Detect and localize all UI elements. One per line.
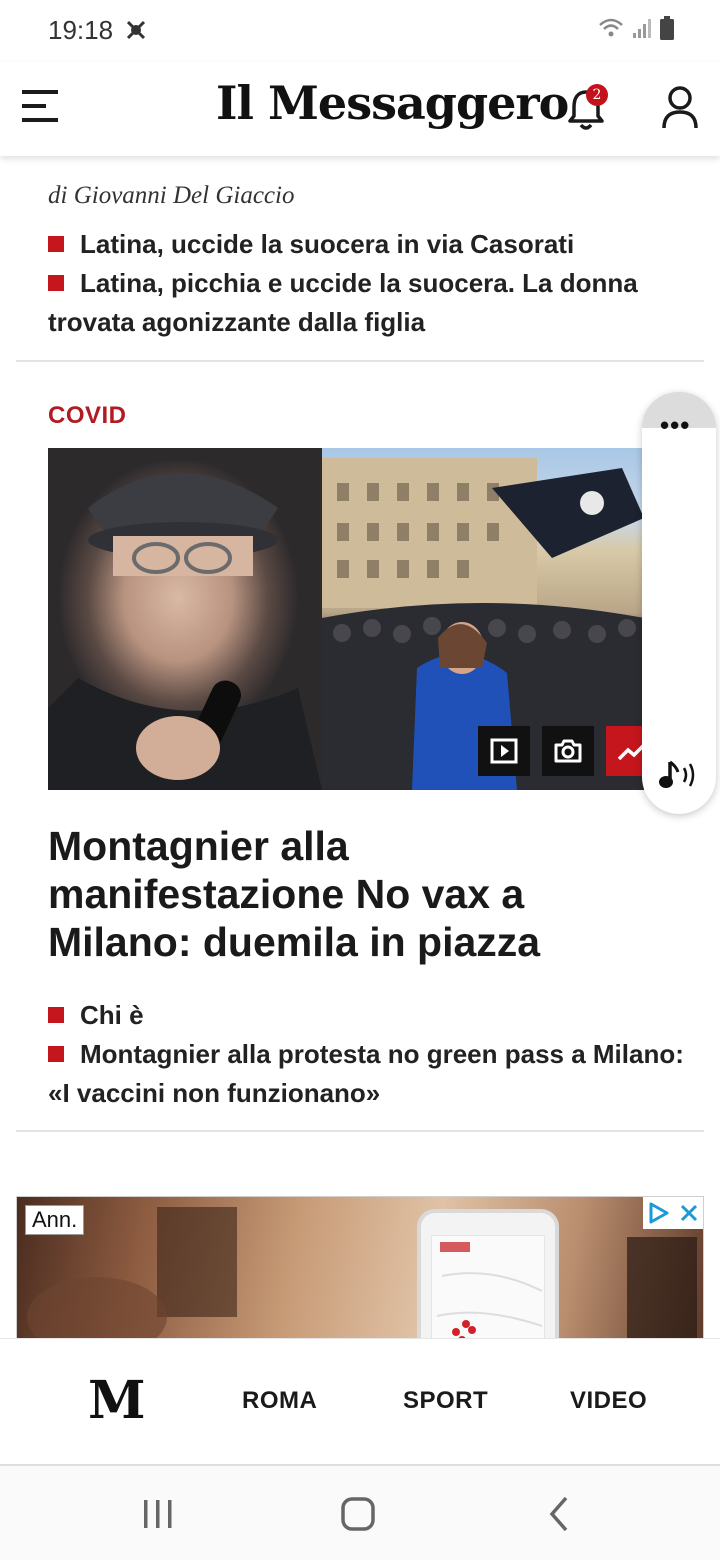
divider xyxy=(16,360,704,362)
video-button[interactable] xyxy=(478,726,530,776)
trending-button[interactable] xyxy=(606,726,644,776)
hero-photo-left xyxy=(48,448,322,790)
recent-apps-icon[interactable] xyxy=(136,1492,180,1536)
related-link[interactable]: Montagnier alla protesta no green pass a… xyxy=(48,1035,688,1113)
ad-phone-screen xyxy=(431,1235,545,1340)
related-link[interactable]: Chi è xyxy=(48,996,688,1035)
hero-photo-left-art xyxy=(48,473,322,790)
bullet-square-icon xyxy=(48,1046,64,1062)
nav-item-sport[interactable]: SPORT xyxy=(403,1387,488,1415)
related-link-text: Chi è xyxy=(80,1000,144,1030)
user-account-button[interactable] xyxy=(660,86,700,130)
gallery-button[interactable] xyxy=(542,726,594,776)
related-link[interactable]: Latina, uccide la suocera in via Casorat… xyxy=(48,225,688,264)
article-kicker[interactable]: COVID xyxy=(48,402,127,430)
status-bar: 19:18 xyxy=(0,0,720,62)
camera-icon xyxy=(554,739,582,763)
floating-audio-player: ••• xyxy=(642,392,716,814)
nav-item-video[interactable]: VIDEO xyxy=(570,1387,647,1415)
home-icon[interactable] xyxy=(336,1492,380,1536)
back-icon[interactable] xyxy=(538,1492,582,1536)
related-link-text: Latina, uccide la suocera in via Casorat… xyxy=(80,229,575,259)
more-options-icon[interactable]: ••• xyxy=(660,412,690,438)
audio-listen-icon[interactable] xyxy=(656,758,702,792)
nav-item-roma[interactable]: ROMA xyxy=(242,1387,317,1415)
related-link-text: Latina, picchia e uccide la suocera. La … xyxy=(48,268,638,337)
related-link[interactable]: Latina, picchia e uccide la suocera. La … xyxy=(48,264,688,342)
site-logo[interactable]: Il Messaggero xyxy=(216,76,569,130)
article-image[interactable] xyxy=(48,448,644,790)
app-header: Il Messaggero 2 xyxy=(0,62,720,156)
divider xyxy=(16,1130,704,1132)
bullet-square-icon xyxy=(48,236,64,252)
user-icon xyxy=(662,86,698,129)
bullet-square-icon xyxy=(48,1007,64,1023)
status-icons xyxy=(598,16,674,40)
bullet-square-icon xyxy=(48,275,64,291)
ad-phone-image xyxy=(417,1209,559,1340)
hamburger-menu-icon[interactable] xyxy=(22,90,60,126)
adchoices-icon[interactable] xyxy=(647,1201,671,1225)
ad-background-art xyxy=(27,1207,697,1340)
battery-icon xyxy=(660,16,674,40)
ad-controls xyxy=(643,1197,703,1229)
signal-icon xyxy=(633,19,651,38)
status-time: 19:18 xyxy=(48,15,114,45)
bottom-navigation: M ROMA SPORT VIDEO xyxy=(0,1338,720,1466)
map-pins-art xyxy=(436,1242,543,1340)
advertisement-banner[interactable]: Ann. xyxy=(16,1196,704,1341)
video-icon xyxy=(490,738,518,764)
article-byline: di Giovanni Del Giaccio xyxy=(48,182,295,209)
notification-badge: 2 xyxy=(586,84,608,106)
ad-label: Ann. xyxy=(25,1205,85,1235)
related-link-text: Montagnier alla protesta no green pass a… xyxy=(48,1039,684,1108)
close-icon[interactable] xyxy=(679,1203,699,1223)
system-navigation-bar xyxy=(0,1466,720,1560)
home-logo-button[interactable]: M xyxy=(88,1373,146,1429)
wifi-icon xyxy=(599,18,623,37)
app-notification-icon xyxy=(126,20,146,40)
article-headline[interactable]: Montagnier alla manifestazione No vax a … xyxy=(48,822,648,966)
trending-icon xyxy=(617,742,644,761)
notifications-button[interactable]: 2 xyxy=(566,84,610,132)
